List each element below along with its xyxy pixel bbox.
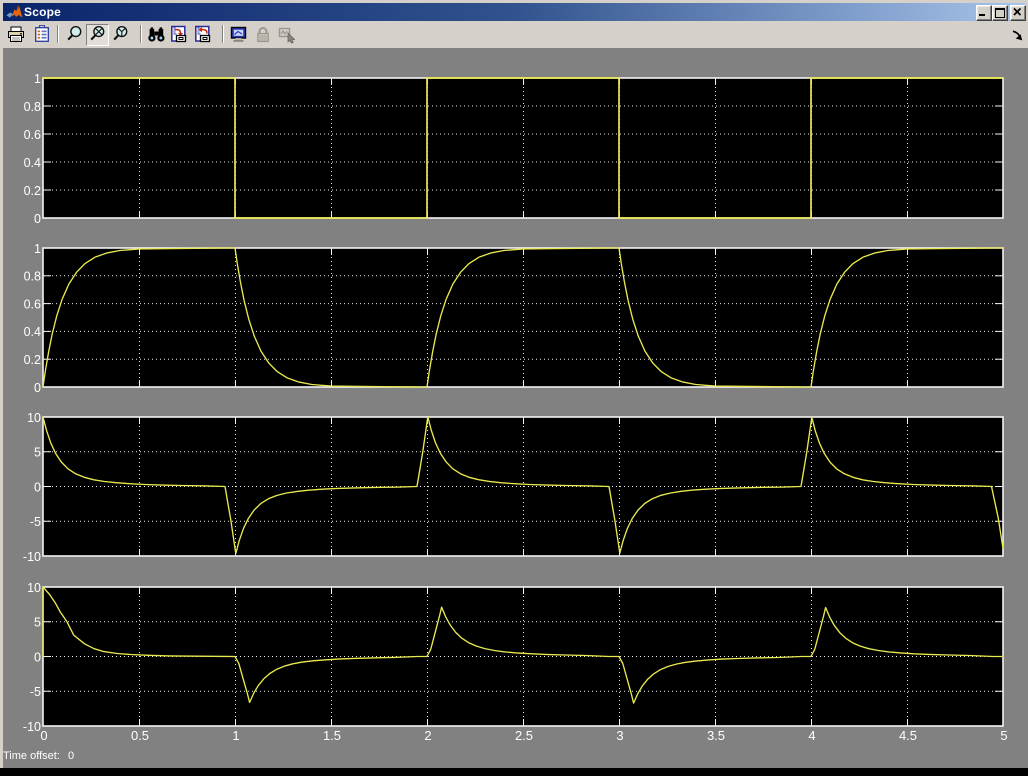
svg-text:5: 5 — [1000, 728, 1007, 743]
svg-text:1.5: 1.5 — [323, 728, 341, 743]
svg-text:-10: -10 — [23, 720, 41, 734]
svg-text:0.4: 0.4 — [24, 325, 41, 339]
svg-text:1: 1 — [34, 72, 41, 86]
svg-text:0.6: 0.6 — [24, 128, 41, 142]
svg-text:0.8: 0.8 — [24, 270, 41, 284]
svg-text:-10: -10 — [23, 550, 41, 564]
svg-text:0.5: 0.5 — [131, 728, 149, 743]
svg-text:5: 5 — [34, 446, 41, 460]
svg-text:4: 4 — [808, 728, 815, 743]
svg-text:-5: -5 — [30, 515, 41, 529]
svg-text:0.6: 0.6 — [24, 297, 41, 311]
svg-text:3.5: 3.5 — [707, 728, 725, 743]
svg-text:10: 10 — [27, 411, 41, 425]
svg-text:5: 5 — [34, 616, 41, 630]
svg-text:0.2: 0.2 — [24, 353, 41, 367]
svg-text:-5: -5 — [30, 685, 41, 699]
svg-text:0: 0 — [34, 381, 41, 395]
svg-text:3: 3 — [616, 728, 623, 743]
svg-text:10: 10 — [27, 581, 41, 595]
svg-text:0.8: 0.8 — [24, 100, 41, 114]
svg-text:2.5: 2.5 — [515, 728, 533, 743]
svg-text:0: 0 — [34, 480, 41, 494]
svg-text:1: 1 — [232, 728, 239, 743]
svg-text:1: 1 — [34, 242, 41, 256]
svg-text:0: 0 — [34, 212, 41, 226]
svg-text:4.5: 4.5 — [899, 728, 917, 743]
svg-text:0.2: 0.2 — [24, 184, 41, 198]
svg-text:2: 2 — [424, 728, 431, 743]
svg-text:0.4: 0.4 — [24, 156, 41, 170]
svg-text:0: 0 — [40, 728, 47, 743]
svg-text:0: 0 — [34, 650, 41, 664]
